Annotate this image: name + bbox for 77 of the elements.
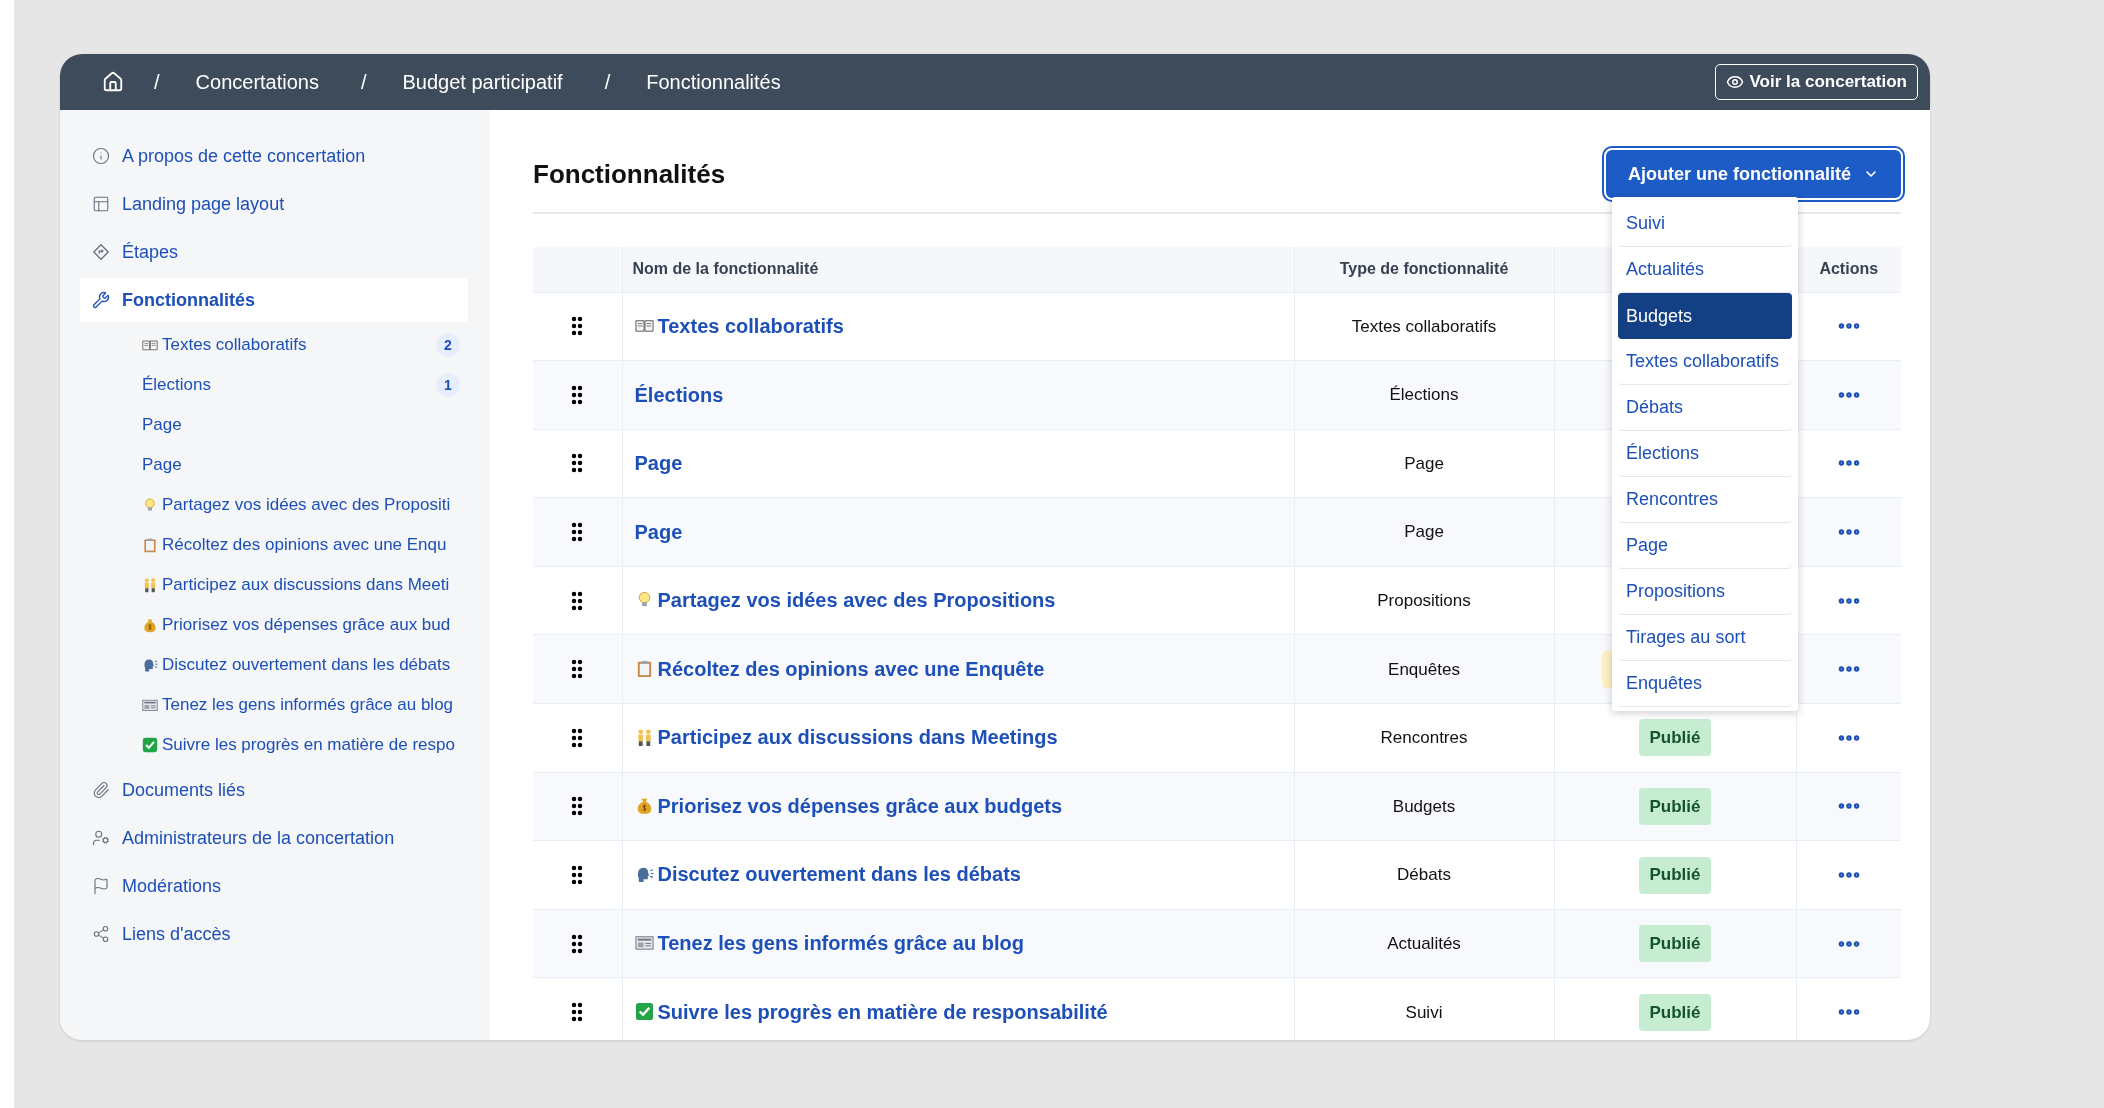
dropdown-item[interactable]: Suivi bbox=[1618, 201, 1792, 247]
feature-link[interactable]: Page bbox=[634, 517, 683, 548]
feature-link[interactable]: Page bbox=[634, 448, 683, 479]
light-bulb-icon bbox=[142, 497, 158, 513]
sidebar-subitem[interactable]: Priorisez vos dépenses grâce aux bud bbox=[142, 606, 468, 644]
newspaper-icon bbox=[634, 933, 654, 953]
sidebar-subitem[interactable]: Tenez les gens informés grâce au blog bbox=[142, 686, 468, 724]
dropdown-item[interactable]: Propositions bbox=[1618, 569, 1792, 615]
home-icon[interactable] bbox=[102, 71, 124, 93]
sidebar-item[interactable]: Fonctionnalités bbox=[80, 278, 468, 322]
sidebar-subitem[interactable]: Discutez ouvertement dans les débats bbox=[142, 646, 468, 684]
feature-link[interactable]: Participez aux discussions dans Meetings bbox=[634, 722, 1058, 753]
sidebar-item[interactable]: Administrateurs de la concertation bbox=[80, 816, 468, 860]
dropdown-item[interactable]: Page bbox=[1618, 523, 1792, 569]
sidebar-subitem[interactable]: Page bbox=[142, 446, 468, 484]
sidebar-item[interactable]: Modérations bbox=[80, 864, 468, 908]
count-badge: 1 bbox=[436, 373, 460, 397]
feature-link[interactable]: Priorisez vos dépenses grâce aux budgets bbox=[634, 790, 1063, 821]
sidebar-subitem[interactable]: Partagez vos idées avec des Propositi bbox=[142, 486, 468, 524]
dropdown-item[interactable]: Textes collaboratifs bbox=[1618, 339, 1792, 385]
breadcrumb-link[interactable]: Budget participatif bbox=[402, 67, 563, 97]
wrench-icon bbox=[92, 291, 110, 309]
sidebar-item[interactable]: Landing page layout bbox=[80, 182, 468, 226]
count-badge: 2 bbox=[436, 333, 460, 357]
status-badge: Publié bbox=[1639, 994, 1711, 1031]
status-badge: Publié bbox=[1639, 787, 1711, 825]
page-title: Fonctionnalités bbox=[533, 157, 726, 191]
two-people-icon bbox=[142, 577, 158, 593]
user-cog-icon bbox=[92, 829, 110, 847]
feature-link[interactable]: Récoltez des opinions avec une Enquête bbox=[634, 653, 1045, 684]
column-header: Actions bbox=[1796, 247, 1901, 292]
dropdown-item[interactable]: Élections bbox=[1618, 431, 1792, 477]
layout-icon bbox=[92, 195, 110, 213]
feature-link[interactable]: Discutez ouvertement dans les débats bbox=[634, 859, 1021, 890]
dropdown-item[interactable]: Enquêtes bbox=[1618, 661, 1792, 707]
feature-link[interactable]: Tenez les gens informés grâce au blog bbox=[634, 927, 1024, 958]
sidebar-item[interactable]: A propos de cette concertation bbox=[80, 134, 468, 178]
breadcrumb-link[interactable]: Concertations bbox=[195, 67, 319, 97]
sidebar-subitem[interactable]: Récoltez des opinions avec une Enqu bbox=[142, 526, 468, 564]
speaking-head-icon bbox=[142, 657, 158, 673]
status-badge: Publié bbox=[1639, 925, 1711, 963]
feature-link[interactable]: Suivre les progrès en matière de responsabilité bbox=[634, 996, 1108, 1027]
sidebar-subitem[interactable]: Participez aux discussions dans Meeti bbox=[142, 566, 468, 604]
breadcrumb-separator: / bbox=[360, 70, 367, 95]
dropdown-item[interactable]: Rencontres bbox=[1618, 477, 1792, 523]
check-box-icon bbox=[142, 737, 158, 753]
paperclip-icon bbox=[92, 781, 110, 799]
sidebar-item[interactable]: Étapes bbox=[80, 230, 468, 274]
sidebar-subitem[interactable]: Textes collaboratifs 2 bbox=[142, 326, 468, 364]
status-badge: Publié bbox=[1639, 856, 1711, 894]
status-badge: Publié bbox=[1639, 719, 1711, 757]
sidebar-item[interactable]: Liens d'accès bbox=[80, 912, 468, 956]
eye-icon bbox=[1725, 73, 1744, 91]
view-button[interactable]: Voir la concertation bbox=[1714, 64, 1918, 100]
dropdown-item[interactable]: Tirages au sort bbox=[1618, 615, 1792, 661]
sidebar-subitem[interactable]: Page bbox=[142, 406, 468, 444]
diamond-arrow-icon bbox=[92, 243, 110, 261]
breadcrumb-separator: / bbox=[154, 70, 160, 95]
type-cell: Suivi bbox=[1294, 977, 1554, 1040]
sidebar-subitem[interactable]: Suivre les progrès en matière de respo bbox=[142, 726, 468, 764]
check-box-icon bbox=[634, 1002, 654, 1022]
sidebar-item[interactable]: Documents liés bbox=[80, 768, 468, 812]
book-icon bbox=[142, 337, 158, 353]
dropdown-item[interactable]: Budgets bbox=[1618, 293, 1792, 339]
dropdown-item[interactable]: Débats bbox=[1618, 385, 1792, 431]
newspaper-icon bbox=[142, 697, 158, 713]
feature-link[interactable]: Élections bbox=[634, 379, 724, 410]
feature-link[interactable]: Textes collaboratifs bbox=[634, 310, 844, 341]
money-bag-icon bbox=[142, 617, 158, 633]
flag-icon bbox=[92, 877, 110, 895]
feature-link[interactable]: Partagez vos idées avec des Propositions bbox=[634, 584, 1056, 615]
info-icon bbox=[92, 147, 110, 165]
sidebar-subitem[interactable]: Élections 1 bbox=[142, 366, 468, 404]
clipboard-icon bbox=[142, 537, 158, 553]
share-icon bbox=[92, 925, 110, 943]
breadcrumb-separator: / bbox=[604, 70, 611, 95]
breadcrumb-link[interactable]: Fonctionnalités bbox=[646, 67, 781, 97]
